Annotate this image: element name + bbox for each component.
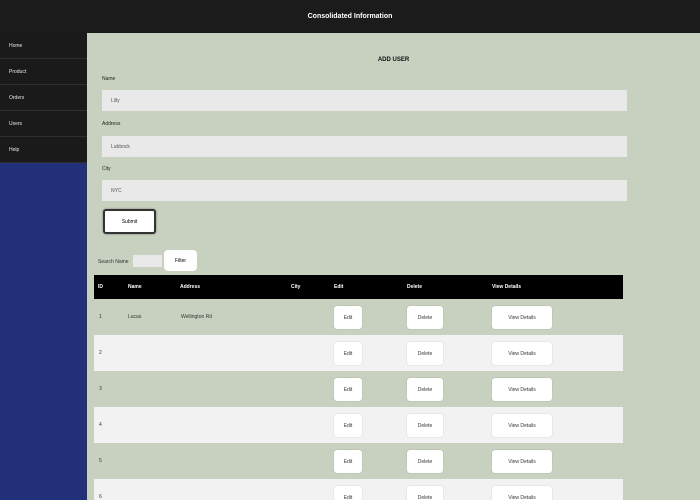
edit-button[interactable]: Edit xyxy=(334,306,362,329)
search-name-input[interactable] xyxy=(133,255,162,267)
sidebar-item-product[interactable]: Product xyxy=(0,59,87,85)
column-header-address: Address xyxy=(180,284,201,290)
sidebar-item-users[interactable]: Users xyxy=(0,111,87,137)
address-label: Address xyxy=(102,121,121,127)
row-id: 5 xyxy=(99,458,102,464)
table-row: 6 Edit Delete View Details xyxy=(94,479,623,500)
submit-button[interactable]: Submit xyxy=(103,209,156,234)
view-details-button[interactable]: View Details xyxy=(492,306,552,329)
column-header-delete: Delete xyxy=(407,284,423,290)
row-name: Lucas xyxy=(128,314,142,320)
view-details-button[interactable]: View Details xyxy=(492,342,552,365)
filter-button[interactable]: Filter xyxy=(164,250,197,271)
name-field[interactable] xyxy=(102,90,627,111)
column-header-name: Name xyxy=(128,284,142,290)
view-details-button[interactable]: View Details xyxy=(492,450,552,473)
table-header: ID Name Address City Edit Delete View De… xyxy=(94,275,623,299)
main-content: ADD USER Name Address City Submit Search… xyxy=(87,33,700,500)
sidebar-item-help[interactable]: Help xyxy=(0,137,87,163)
table-row: 5 Edit Delete View Details xyxy=(94,443,623,479)
view-details-button[interactable]: View Details xyxy=(492,378,552,401)
edit-button[interactable]: Edit xyxy=(334,486,362,500)
delete-button[interactable]: Delete xyxy=(407,306,443,329)
delete-button[interactable]: Delete xyxy=(407,378,443,401)
city-field[interactable] xyxy=(102,180,627,201)
sidebar-item-home[interactable]: Home xyxy=(0,33,87,59)
column-header-city: City xyxy=(291,284,301,290)
search-name-label: Search Name xyxy=(98,259,129,265)
edit-button[interactable]: Edit xyxy=(334,378,362,401)
edit-button[interactable]: Edit xyxy=(334,450,362,473)
sidebar-item-label: Users xyxy=(9,120,23,127)
address-field[interactable] xyxy=(102,136,627,157)
delete-button[interactable]: Delete xyxy=(407,450,443,473)
page-title: ADD USER xyxy=(377,57,410,63)
view-details-button[interactable]: View Details xyxy=(492,414,552,437)
edit-button[interactable]: Edit xyxy=(334,414,362,437)
row-address: Wellington Rd xyxy=(181,314,213,320)
delete-button[interactable]: Delete xyxy=(407,342,443,365)
row-id: 4 xyxy=(99,422,102,428)
row-id: 3 xyxy=(99,386,102,392)
delete-button[interactable]: Delete xyxy=(407,414,443,437)
row-id: 1 xyxy=(99,314,102,320)
view-details-button[interactable]: View Details xyxy=(492,486,552,500)
column-header-edit: Edit xyxy=(334,284,344,290)
sidebar-item-label: Orders xyxy=(9,94,25,101)
app-title: Consolidated Information xyxy=(307,13,393,20)
sidebar-menu: Home Product Orders Users Help xyxy=(0,33,87,163)
table-row: 1 Lucas Wellington Rd Edit Delete View D… xyxy=(94,299,623,335)
sidebar: Home Product Orders Users Help xyxy=(0,33,87,500)
sidebar-item-label: Product xyxy=(9,68,27,75)
sidebar-item-orders[interactable]: Orders xyxy=(0,85,87,111)
city-label: City xyxy=(102,166,111,172)
sidebar-item-label: Home xyxy=(9,42,23,49)
top-bar: Consolidated Information xyxy=(0,0,700,33)
sidebar-item-label: Help xyxy=(9,146,20,153)
column-header-view-details: View Details xyxy=(492,284,522,290)
column-header-id: ID xyxy=(98,284,103,290)
name-label: Name xyxy=(102,76,116,82)
table-row: 3 Edit Delete View Details xyxy=(94,371,623,407)
delete-button[interactable]: Delete xyxy=(407,486,443,500)
table-row: 2 Edit Delete View Details xyxy=(94,335,623,371)
table-row: 4 Edit Delete View Details xyxy=(94,407,623,443)
edit-button[interactable]: Edit xyxy=(334,342,362,365)
row-id: 2 xyxy=(99,350,102,356)
row-id: 6 xyxy=(99,494,102,500)
